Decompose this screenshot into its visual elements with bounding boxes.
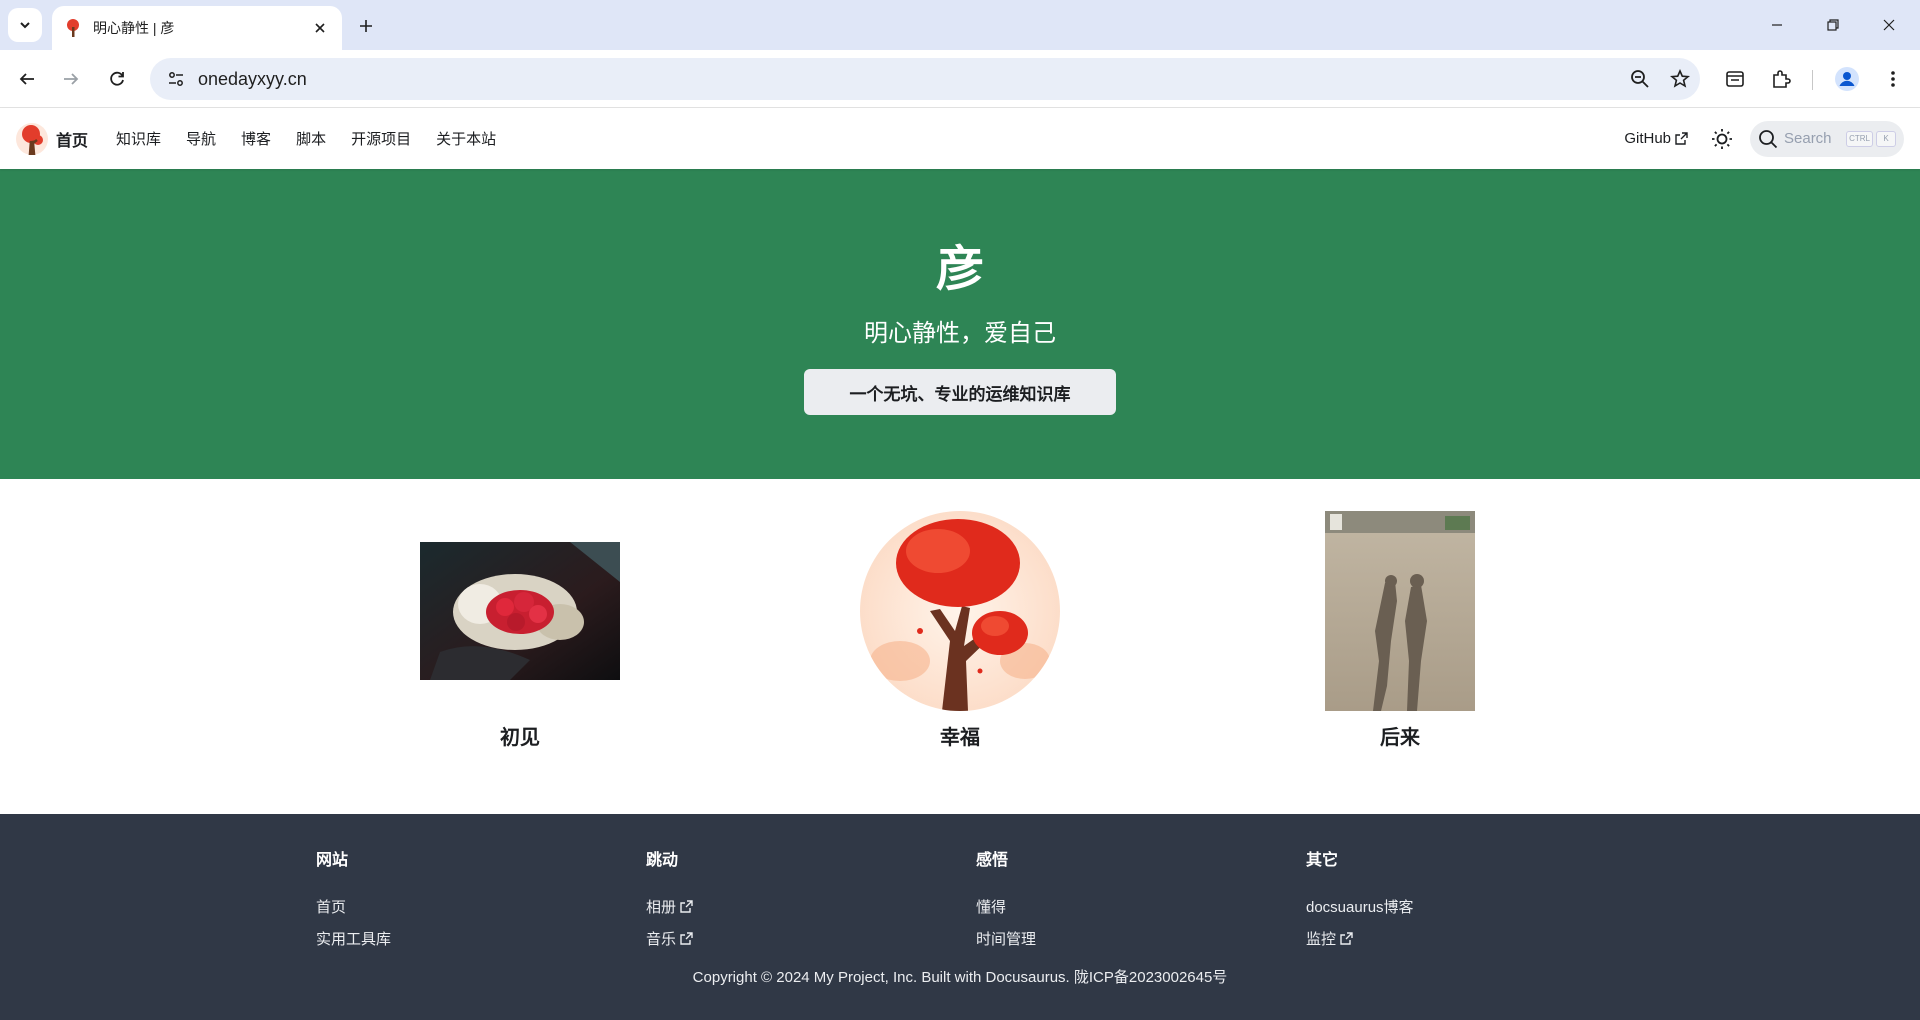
search-icon [1758, 129, 1778, 149]
footer-link-monitor[interactable]: 监控 [1306, 922, 1414, 954]
feature-title: 初见 [500, 727, 540, 749]
window-close-icon[interactable] [1866, 10, 1912, 40]
address-bar[interactable]: onedayxyy.cn [150, 58, 1700, 100]
hero-cta-button[interactable]: 一个无坑、专业的运维知识库 [804, 369, 1116, 415]
footer-link-music[interactable]: 音乐 [646, 922, 693, 954]
footer-link-docusaurus-blog[interactable]: docsuaurus博客 [1306, 890, 1414, 922]
chevron-down-icon [20, 22, 30, 29]
footer-column-title: 其它 [1306, 852, 1339, 869]
tab-title: 明心静性 | 彦 [93, 20, 175, 36]
tab-search-button[interactable] [8, 8, 42, 42]
navbar-right-group: GitHub Search CTRL K [1624, 120, 1904, 157]
hero-title: 彦 [935, 243, 984, 296]
footer-column-title: 网站 [316, 852, 349, 869]
reload-icon[interactable] [100, 62, 134, 96]
browser-tab-active[interactable]: 明心静性 | 彦 [52, 6, 342, 50]
reading-list-icon[interactable] [1718, 62, 1752, 96]
site-favicon-icon [64, 19, 82, 37]
site-logo-tree-icon[interactable] [16, 122, 48, 155]
extensions-puzzle-icon[interactable] [1764, 62, 1798, 96]
search-button[interactable]: Search CTRL K [1750, 120, 1904, 157]
footer-link-label: 监控 [1306, 930, 1337, 948]
hero-banner: 彦 明心静性，爱自己 一个无坑、专业的运维知识库 [0, 169, 1920, 479]
profile-avatar-icon[interactable] [1830, 62, 1864, 96]
browser-toolbar: onedayxyy.cn [0, 50, 1920, 108]
new-tab-plus-icon[interactable] [352, 12, 380, 40]
rose-bouquet-image [360, 511, 680, 711]
feature-title: 幸福 [940, 727, 980, 749]
github-link[interactable]: GitHub [1624, 130, 1688, 147]
external-link-icon [1675, 132, 1688, 145]
footer-column-website: 网站 首页 实用工具库 [316, 846, 391, 954]
external-link-icon [1340, 931, 1353, 945]
site-settings-icon[interactable] [154, 58, 198, 100]
nav-item-open-source[interactable]: 开源项目 [351, 128, 411, 149]
footer-column-jump: 跳动 相册 音乐 [646, 846, 693, 954]
nav-item-knowledge-base[interactable]: 知识库 [116, 128, 161, 149]
url-text: onedayxyy.cn [198, 68, 307, 89]
nav-item-blog[interactable]: 博客 [241, 128, 271, 149]
footer-copyright: Copyright © 2024 My Project, Inc. Built … [692, 969, 1228, 986]
external-link-icon [680, 899, 693, 913]
footer-column-other: 其它 docsuaurus博客 监控 [1306, 846, 1414, 954]
close-icon[interactable] [310, 18, 330, 38]
features-section: 初见 幸福 后来 [0, 479, 1920, 814]
footer-column-insights: 感悟 懂得 时间管理 [976, 846, 1036, 954]
footer-link-home[interactable]: 首页 [316, 890, 391, 922]
zoom-icon[interactable] [1620, 58, 1660, 100]
theme-toggle-sun-icon[interactable] [1706, 123, 1738, 155]
nav-item-about[interactable]: 关于本站 [436, 128, 496, 149]
footer-column-title: 感悟 [976, 852, 1009, 869]
footer-link-understand[interactable]: 懂得 [976, 890, 1036, 922]
restore-icon[interactable] [1810, 10, 1856, 40]
footer-link-tools[interactable]: 实用工具库 [316, 922, 391, 954]
browser-tab-bar: 明心静性 | 彦 [0, 0, 1920, 50]
footer-column-title: 跳动 [646, 852, 679, 869]
kbd-k: K [1876, 130, 1896, 147]
bookmark-star-icon[interactable] [1660, 58, 1700, 100]
footer-link-album[interactable]: 相册 [646, 890, 693, 922]
external-link-icon [680, 931, 693, 945]
footer-link-label: 音乐 [646, 930, 677, 948]
back-arrow-icon[interactable] [10, 62, 44, 96]
github-label: GitHub [1624, 130, 1671, 147]
search-placeholder: Search [1784, 130, 1832, 147]
footer-link-label: 相册 [646, 898, 677, 916]
browser-menu-icon[interactable] [1876, 62, 1910, 96]
site-navbar: 首页 知识库 导航 博客 脚本 开源项目 关于本站 GitHub Search … [0, 108, 1920, 169]
hero-subtitle: 明心静性，爱自己 [864, 320, 1056, 347]
feature-card: 初见 [360, 511, 680, 750]
kbd-ctrl: CTRL [1846, 130, 1873, 147]
feature-title: 后来 [1380, 727, 1420, 749]
feature-card: 后来 [1240, 511, 1560, 750]
toolbar-separator [1812, 70, 1813, 90]
couple-shadow-image [1240, 511, 1560, 711]
forward-arrow-icon[interactable] [54, 62, 88, 96]
nav-item-navigation[interactable]: 导航 [186, 128, 216, 149]
footer-link-time-management[interactable]: 时间管理 [976, 922, 1036, 954]
site-footer: 网站 首页 实用工具库 跳动 相册 音乐 感悟 懂得 时间管理 其它 docsu… [0, 814, 1920, 1020]
feature-card: 幸福 [800, 511, 1120, 750]
minimize-icon[interactable] [1754, 10, 1800, 40]
red-tree-illustration-image [800, 511, 1120, 711]
nav-brand-home[interactable]: 首页 [56, 127, 88, 151]
nav-item-scripts[interactable]: 脚本 [296, 128, 326, 149]
